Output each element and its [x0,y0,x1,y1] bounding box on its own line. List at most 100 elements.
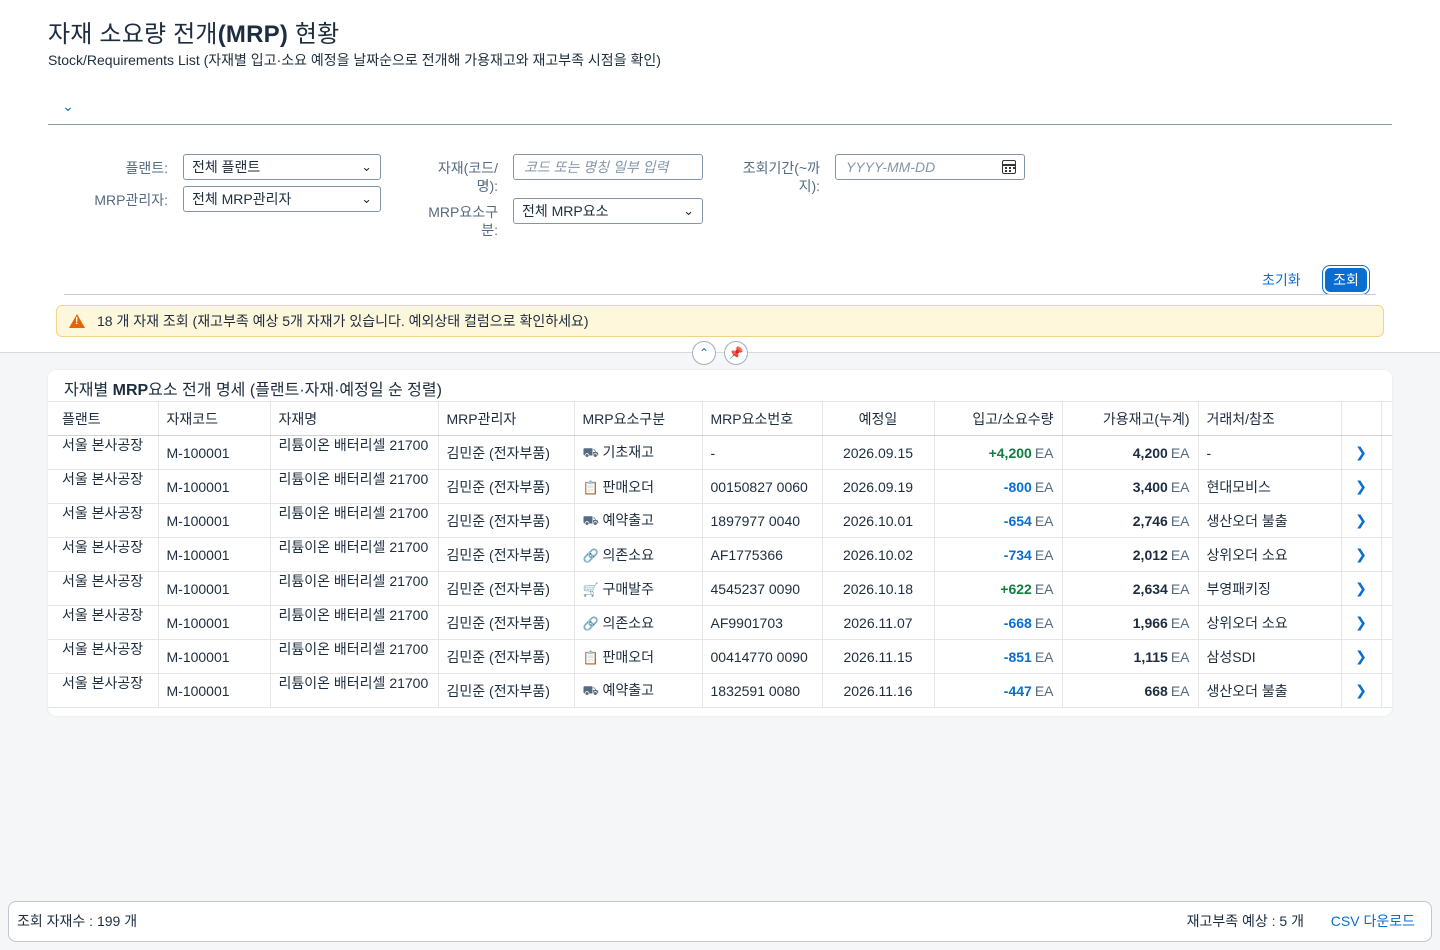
cell-element-number: 1897977 0040 [702,503,823,538]
column-header[interactable]: 자재코드 [158,401,271,436]
shortage-count: 재고부족 예상 : 5 개 [1186,913,1304,929]
page-subtitle: Stock/Requirements List (자재별 입고·소요 예정을 날… [48,52,661,68]
collapse-header-button[interactable]: ⌃ [692,341,716,365]
table-row[interactable]: 서울 본사공장 M-100001 리튬이온 배터리셀 21700 김민준 (전자부품)… [48,571,1392,606]
column-header[interactable]: MRP요소구분 [574,401,703,436]
cell-mrp-controller: 김민준 (전자부품) [438,469,575,504]
cell-mrp-controller: 김민준 (전자부품) [438,571,575,606]
cell-quantity: -447 EA [934,673,1063,708]
calendar-icon[interactable] [1002,160,1016,174]
row-navigation[interactable]: ❯ [1341,571,1382,606]
column-header[interactable]: 자재명 [270,401,439,436]
cell-material-name: 리튬이온 배터리셀 21700 [270,639,439,674]
cell-mrp-controller: 김민준 (전자부품) [438,639,575,674]
cell-available-stock: 3,400 EA [1062,469,1199,504]
period-label: 조회기간(~까지): [742,160,820,194]
cell-material-name: 리튬이온 배터리셀 21700 [270,537,439,572]
cell-plant: 서울 본사공장 [48,537,159,572]
cell-available-stock: 2,634 EA [1062,571,1199,606]
cell-material-name: 리튬이온 배터리셀 21700 [270,605,439,640]
column-header[interactable]: 입고/소요수량 [934,401,1063,436]
table-row[interactable]: 서울 본사공장 M-100001 리튬이온 배터리셀 21700 김민준 (전자부품)… [48,469,1392,504]
cell-plant: 서울 본사공장 [48,435,159,470]
chevron-up-icon: ⌃ [698,346,710,360]
column-header[interactable]: 플랜트 [48,401,159,436]
cell-material-code: M-100001 [158,537,271,572]
period-date-input[interactable]: YYYY-MM-DD [835,154,1025,180]
cell-reference: 상위오더 소요 [1198,605,1342,640]
cell-date: 2026.09.19 [822,469,935,504]
row-navigation[interactable]: ❯ [1341,435,1382,470]
mrp-element-select[interactable]: 전체 MRP요소 ⌄ [513,198,703,224]
cell-mrp-controller: 김민준 (전자부품) [438,503,575,538]
link-icon: 🔗 [582,547,599,563]
csv-download-button[interactable]: CSV 다운로드 [1331,902,1415,941]
cell-mrp-element: 🔗 의존소요 [574,537,703,572]
cell-mrp-element: 📋 판매오더 [574,469,703,504]
reset-button[interactable]: 초기화 [1262,270,1301,290]
plant-label: 플랜트: [125,160,168,176]
divider [64,294,1376,295]
cell-mrp-controller: 김민준 (전자부품) [438,435,575,470]
cell-reference: 생산오더 불출 [1198,673,1342,708]
cell-plant: 서울 본사공장 [48,673,159,708]
row-navigation[interactable]: ❯ [1341,537,1382,572]
column-header[interactable]: MRP요소번호 [702,401,823,436]
truck-icon: ⛟ [582,445,599,460]
cell-material-name: 리튬이온 배터리셀 21700 [270,571,439,606]
row-navigation[interactable]: ❯ [1341,503,1382,538]
table-row[interactable]: 서울 본사공장 M-100001 리튬이온 배터리셀 21700 김민준 (전자부품)… [48,537,1392,572]
cell-mrp-element: 🔗 의존소요 [574,605,703,640]
search-button[interactable]: 조회 [1325,268,1367,292]
shipping-icon: ⛟ [582,683,599,698]
mrp-element-label: MRP요소구분: [428,204,498,238]
mrp-controller-select[interactable]: 전체 MRP관리자 ⌄ [183,186,381,212]
plant-select[interactable]: 전체 플랜트 ⌄ [183,154,381,180]
cell-material-code: M-100001 [158,605,271,640]
cell-mrp-controller: 김민준 (전자부품) [438,673,575,708]
material-input[interactable]: 코드 또는 명칭 일부 입력 [513,154,703,180]
cell-plant: 서울 본사공장 [48,571,159,606]
shipping-icon: ⛟ [582,513,599,528]
cell-quantity: +622 EA [934,571,1063,606]
chevron-down-icon: ⌄ [683,203,694,218]
cell-reference: 삼성SDI [1198,639,1342,674]
cell-element-number: 00150827 0060 [702,469,823,504]
chevron-down-icon[interactable]: ⌄ [60,98,76,114]
row-navigation[interactable]: ❯ [1341,673,1382,708]
column-header[interactable]: 가용재고(누계) [1062,401,1199,436]
table-row[interactable]: 서울 본사공장 M-100001 리튬이온 배터리셀 21700 김민준 (전자부품)… [48,673,1392,708]
table-title: 자재별 MRP요소 전개 명세 (플랜트·자재·예정일 순 정렬) [64,382,442,399]
table-row[interactable]: 서울 본사공장 M-100001 리튬이온 배터리셀 21700 김민준 (전자부품)… [48,639,1392,674]
cell-date: 2026.10.18 [822,571,935,606]
cell-plant: 서울 본사공장 [48,503,159,538]
chevron-right-icon: ❯ [1355,614,1367,630]
row-navigation[interactable]: ❯ [1341,469,1382,504]
mrp-table-card: 자재별 MRP요소 전개 명세 (플랜트·자재·예정일 순 정렬) 플랜트 자재… [48,370,1392,716]
cell-mrp-element: ⛟ 예약출고 [574,503,703,538]
cell-spacer [1381,537,1392,572]
filter-bar: 자재 소요량 전개(MRP) 현황 Stock/Requirements Lis… [0,0,1440,353]
cell-element-number: AF9901703 [702,605,823,640]
cell-mrp-controller: 김민준 (전자부품) [438,605,575,640]
row-navigation[interactable]: ❯ [1341,639,1382,674]
column-header[interactable]: 예정일 [822,401,935,436]
cell-available-stock: 1,115 EA [1062,639,1199,674]
pin-icon: 📌 [728,346,744,360]
pin-header-button[interactable]: 📌 [724,341,748,365]
cell-available-stock: 1,966 EA [1062,605,1199,640]
column-header[interactable]: 거래처/참조 [1198,401,1342,436]
cell-quantity: -668 EA [934,605,1063,640]
cell-date: 2026.11.07 [822,605,935,640]
cell-element-number: 4545237 0090 [702,571,823,606]
cell-spacer [1381,435,1392,470]
table-row[interactable]: 서울 본사공장 M-100001 리튬이온 배터리셀 21700 김민준 (전자부품)… [48,503,1392,538]
warning-message-text: 18 개 자재 조회 (재고부족 예상 5개 자재가 있습니다. 예외상태 컬럼… [97,313,589,329]
chevron-right-icon: ❯ [1355,580,1367,596]
column-header[interactable]: MRP관리자 [438,401,575,436]
table-row[interactable]: 서울 본사공장 M-100001 리튬이온 배터리셀 21700 김민준 (전자부품)… [48,435,1392,470]
table-row[interactable]: 서울 본사공장 M-100001 리튬이온 배터리셀 21700 김민준 (전자부품)… [48,605,1392,640]
cell-available-stock: 2,746 EA [1062,503,1199,538]
chevron-down-icon: ⌄ [361,159,372,174]
row-navigation[interactable]: ❯ [1341,605,1382,640]
